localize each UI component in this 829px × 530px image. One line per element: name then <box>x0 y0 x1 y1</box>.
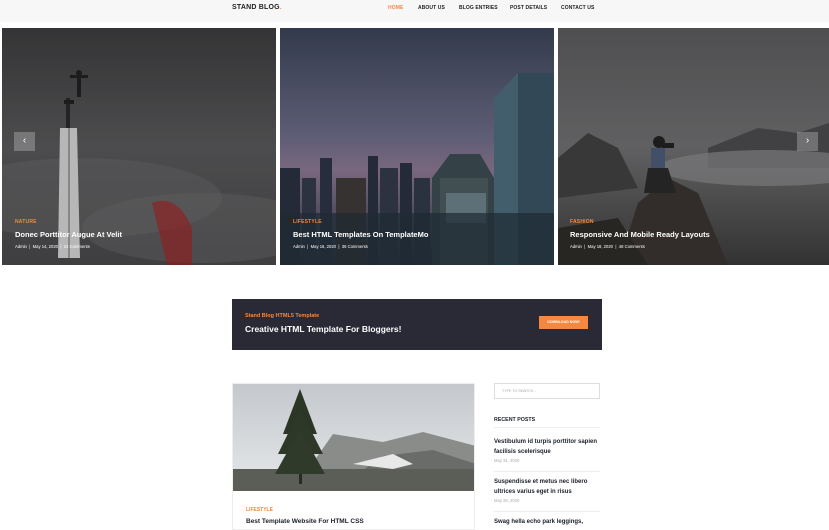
recent-post-item[interactable]: Vestibulum id turpis porttitor sapien fa… <box>494 437 600 463</box>
recent-post-date: May 28, 2020 <box>494 498 520 503</box>
recent-post-item[interactable]: Swag hella echo park leggings, <box>494 517 600 527</box>
cta-subtitle: Stand Blog HTML5 Template <box>245 313 320 319</box>
recent-posts-heading: RECENT POSTS <box>494 417 536 423</box>
slider-next-button[interactable]: › <box>797 132 818 151</box>
recent-post-title[interactable]: Swag hella echo park leggings, <box>494 517 600 527</box>
divider <box>494 511 600 512</box>
blog-post-card: LIFESTYLE Best Template Website For HTML… <box>232 383 475 530</box>
slide-meta: Admin | May 16, 2020 | 36 Comments <box>293 244 368 249</box>
slide-meta: Admin | May 18, 2020 | 48 Comments <box>570 244 645 249</box>
recent-post-title[interactable]: Vestibulum id turpis porttitor sapien fa… <box>494 437 600 457</box>
slide-meta: Admin | May 14, 2020 | 24 Comments <box>15 244 90 249</box>
slide-title[interactable]: Responsive And Mobile Ready Layouts <box>570 230 710 239</box>
cta-title: Creative HTML Template For Bloggers! <box>245 324 402 334</box>
recent-post-title[interactable]: Suspendisse et metus nec libero ultrices… <box>494 477 600 497</box>
site-logo[interactable]: STAND BLOG. <box>232 4 282 11</box>
recent-post-date: May 31, 2020 <box>494 458 520 463</box>
divider <box>494 427 600 428</box>
slider-prev-button[interactable]: ‹ <box>14 132 35 151</box>
slide-nature[interactable]: NATURE Donec Porttitor Augue At Velit Ad… <box>2 28 276 265</box>
slide-category[interactable]: LIFESTYLE <box>293 219 322 225</box>
recent-post-item[interactable]: Suspendisse et metus nec libero ultrices… <box>494 477 600 503</box>
download-now-button[interactable]: DOWNLOAD NOW! <box>539 316 588 329</box>
slide-category[interactable]: NATURE <box>15 219 37 225</box>
post-title[interactable]: Best Template Website For HTML CSS <box>246 518 364 525</box>
search-input[interactable]: TYPE TO SEARCH... <box>494 383 600 399</box>
post-category[interactable]: LIFESTYLE <box>246 507 273 513</box>
nav-blog-entries[interactable]: BLOG ENTRIES <box>459 5 498 11</box>
slide-fashion[interactable]: FASHION Responsive And Mobile Ready Layo… <box>558 28 829 265</box>
slide-lifestyle[interactable]: LIFESTYLE Best HTML Templates On Templat… <box>280 28 554 265</box>
post-image-mountain-tree[interactable] <box>233 384 475 491</box>
cta-banner: Stand Blog HTML5 Template Creative HTML … <box>232 299 602 350</box>
slide-title[interactable]: Donec Porttitor Augue At Velit <box>15 230 122 239</box>
nav-about-us[interactable]: ABOUT US <box>418 5 445 11</box>
nav-post-details[interactable]: POST DETAILS <box>510 5 547 11</box>
nav-home[interactable]: HOME <box>388 5 403 11</box>
slide-title[interactable]: Best HTML Templates On TemplateMo <box>293 230 428 239</box>
divider <box>494 471 600 472</box>
slide-category[interactable]: FASHION <box>570 219 594 225</box>
nav-contact-us[interactable]: CONTACT US <box>561 5 594 11</box>
site-header: STAND BLOG. HOME ABOUT US BLOG ENTRIES P… <box>0 0 829 22</box>
